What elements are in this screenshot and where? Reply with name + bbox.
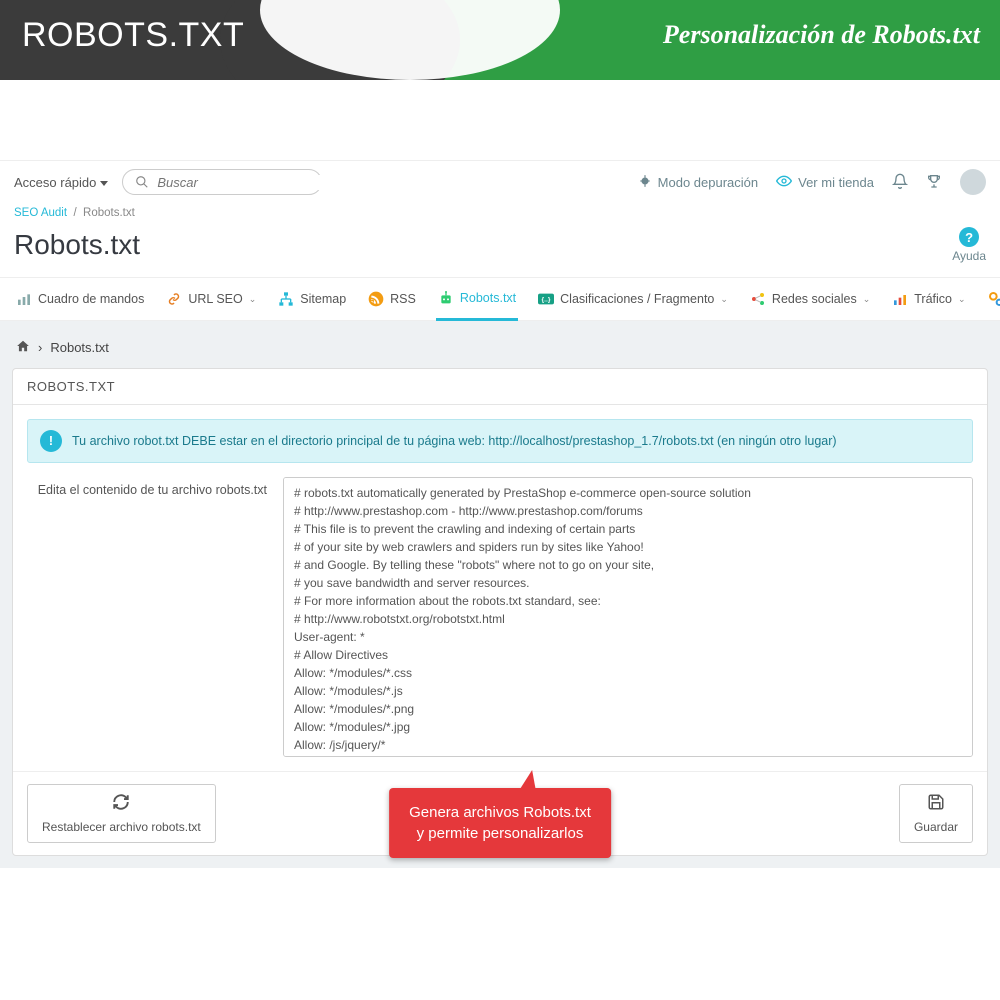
refresh-icon <box>112 793 130 816</box>
search-input[interactable] <box>157 175 335 190</box>
panel-heading: ROBOTS.TXT <box>13 369 987 405</box>
help-button[interactable]: ? Ayuda <box>952 227 986 263</box>
search-icon <box>135 174 149 190</box>
tab-rss[interactable]: RSS <box>366 278 418 320</box>
save-button[interactable]: Guardar <box>899 784 973 843</box>
debug-mode-toggle[interactable]: Modo depuración <box>638 174 758 191</box>
robot-icon <box>438 290 454 306</box>
tab-social[interactable]: Redes sociales⌄ <box>748 278 872 320</box>
search-box[interactable] <box>122 169 322 195</box>
tab-classifications[interactable]: {..} Clasificaciones / Fragmento⌄ <box>536 278 730 320</box>
user-avatar[interactable] <box>960 169 986 195</box>
eye-icon <box>776 173 792 192</box>
promo-callout: Genera archivos Robots.txt y permite per… <box>389 788 611 858</box>
notifications-icon[interactable] <box>892 173 908 192</box>
tab-sitemap[interactable]: Sitemap <box>276 278 348 320</box>
tab-config[interactable]: Configuraciones⌄ <box>986 278 1000 320</box>
gears-icon <box>988 291 1000 307</box>
link-icon <box>166 291 182 307</box>
rss-icon <box>368 291 384 307</box>
code-icon: {..} <box>538 291 554 307</box>
breadcrumb-current: Robots.txt <box>83 207 135 219</box>
banner-title: ROBOTS.TXT <box>22 16 244 55</box>
promo-banner: ROBOTS.TXT Personalización de Robots.txt <box>0 0 1000 80</box>
quick-access-dropdown[interactable]: Acceso rápido <box>14 175 108 190</box>
view-shop-link[interactable]: Ver mi tienda <box>776 173 874 192</box>
chart-icon <box>892 291 908 307</box>
breadcrumb-parent[interactable]: SEO Audit <box>14 207 67 219</box>
tab-dashboard[interactable]: Cuadro de mandos <box>14 278 146 320</box>
tab-url-seo[interactable]: URL SEO⌄ <box>164 278 258 320</box>
breadcrumb: SEO Audit / Robots.txt <box>0 203 1000 223</box>
chevron-right-icon: › <box>38 340 42 355</box>
trophy-icon[interactable] <box>926 173 942 192</box>
help-icon: ? <box>959 227 979 247</box>
tab-robots[interactable]: Robots.txt <box>436 278 518 321</box>
banner-subtitle: Personalización de Robots.txt <box>663 20 980 50</box>
reset-button[interactable]: Restablecer archivo robots.txt <box>27 784 216 843</box>
tab-traffic[interactable]: Tráfico⌄ <box>890 278 967 320</box>
robots-textarea[interactable]: # robots.txt automatically generated by … <box>283 477 973 757</box>
svg-text:{..}: {..} <box>542 297 551 304</box>
content-breadcrumb: › Robots.txt <box>12 333 988 368</box>
share-icon <box>750 291 766 307</box>
save-icon <box>927 793 945 816</box>
editor-label: Edita el contenido de tu archivo robots.… <box>27 477 267 497</box>
page-title: Robots.txt <box>14 229 140 261</box>
top-bar: Acceso rápido Modo depuración Ver mi tie… <box>0 160 1000 203</box>
info-icon: ! <box>40 430 62 452</box>
home-icon[interactable] <box>16 339 30 356</box>
sitemap-icon <box>278 291 294 307</box>
chevron-down-icon <box>100 181 108 186</box>
info-alert: ! Tu archivo robot.txt DEBE estar en el … <box>27 419 973 463</box>
bug-icon <box>638 174 652 191</box>
module-tabs: Cuadro de mandos URL SEO⌄ Sitemap RSS Ro… <box>0 277 1000 321</box>
dashboard-icon <box>16 291 32 307</box>
robots-panel: ROBOTS.TXT ! Tu archivo robot.txt DEBE e… <box>12 368 988 856</box>
